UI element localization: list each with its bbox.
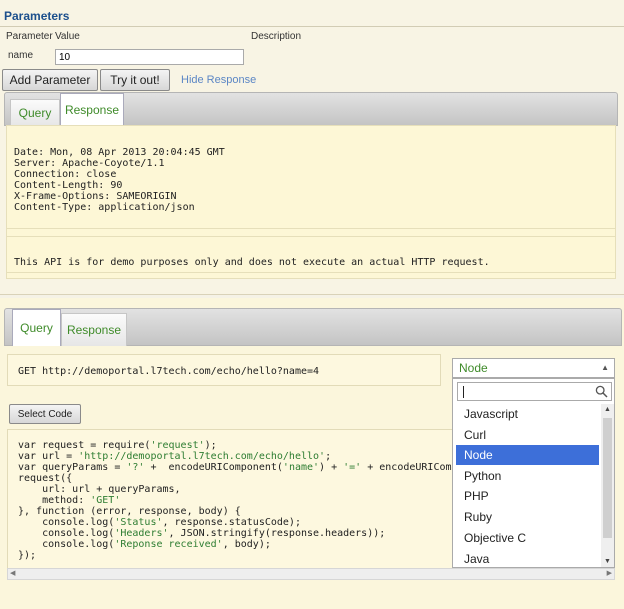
code-line: var request = require('request'); bbox=[18, 440, 217, 451]
scroll-right-icon[interactable]: ▶ bbox=[607, 569, 612, 577]
tab-response[interactable]: Response bbox=[61, 313, 127, 346]
divider bbox=[7, 236, 615, 237]
code-line: var queryParams = '?' + encodeURICompone… bbox=[18, 462, 524, 473]
code-line: console.log('Headers', JSON.stringify(re… bbox=[18, 528, 386, 539]
parameters-panel: Parameters Parameter Value Description n… bbox=[0, 0, 624, 295]
language-options: Javascript Curl Node Python PHP Ruby Obj… bbox=[453, 404, 600, 567]
column-header-parameter: Parameter bbox=[6, 31, 53, 42]
code-line: console.log('Status', response.statusCod… bbox=[18, 517, 301, 528]
language-select-value: Node bbox=[459, 361, 488, 375]
bottom-tab-bar: Query Response bbox=[4, 308, 622, 346]
code-line: }, function (error, response, body) { bbox=[18, 506, 241, 517]
dropdown-caret-icon: ▲ bbox=[601, 363, 609, 372]
try-it-out-button[interactable]: Try it out! bbox=[100, 69, 170, 91]
top-tab-bar: Query Response bbox=[4, 92, 618, 126]
response-header-line: Connection: close bbox=[14, 169, 117, 180]
request-url: GET http://demoportal.l7tech.com/echo/he… bbox=[18, 366, 320, 377]
tab-response[interactable]: Response bbox=[60, 93, 124, 126]
code-line: }); bbox=[18, 550, 37, 561]
column-header-description: Description bbox=[251, 31, 302, 42]
parameter-name-label: name bbox=[8, 50, 34, 61]
response-headers: Date: Mon, 08 Apr 2013 20:04:45 GMT Serv… bbox=[7, 136, 615, 229]
add-parameter-button[interactable]: Add Parameter bbox=[2, 69, 98, 91]
code-line: console.log('Reponse received', body); bbox=[18, 539, 271, 550]
vertical-scrollbar[interactable]: ▲ ▼ bbox=[601, 404, 614, 567]
response-header-line: Content-Type: application/json bbox=[14, 202, 195, 213]
code-line: var url = 'http://demoportal.l7tech.com/… bbox=[18, 451, 332, 462]
response-header-line: X-Frame-Options: SAMEORIGIN bbox=[14, 191, 177, 202]
scrollbar-thumb[interactable] bbox=[603, 418, 612, 538]
language-option[interactable]: Python bbox=[456, 466, 599, 486]
language-search-input[interactable] bbox=[457, 382, 612, 401]
search-icon bbox=[595, 385, 608, 398]
hide-response-link[interactable]: Hide Response bbox=[181, 74, 256, 86]
tab-query[interactable]: Query bbox=[10, 99, 60, 126]
language-select[interactable]: Node ▲ bbox=[452, 358, 615, 378]
code-line: method: 'GET' bbox=[18, 495, 121, 506]
select-code-button[interactable]: Select Code bbox=[9, 404, 81, 424]
scroll-left-icon[interactable]: ◀ bbox=[10, 569, 15, 577]
column-header-value: Value bbox=[55, 31, 80, 42]
horizontal-scrollbar[interactable]: ◀ ▶ bbox=[7, 568, 615, 580]
parameter-name-input[interactable] bbox=[55, 49, 244, 65]
language-dropdown: Javascript Curl Node Python PHP Ruby Obj… bbox=[452, 378, 615, 568]
response-header-line: Server: Apache-Coyote/1.1 bbox=[14, 158, 165, 169]
response-content: Date: Mon, 08 Apr 2013 20:04:45 GMT Serv… bbox=[6, 125, 616, 279]
language-option[interactable]: Curl bbox=[456, 425, 599, 445]
language-option[interactable]: Ruby bbox=[456, 507, 599, 527]
parameters-title: Parameters bbox=[4, 9, 70, 23]
language-option-selected[interactable]: Node bbox=[456, 445, 599, 465]
divider bbox=[0, 26, 624, 27]
language-option[interactable]: Objective C bbox=[456, 528, 599, 548]
text-cursor bbox=[463, 386, 464, 398]
tab-query[interactable]: Query bbox=[12, 309, 61, 346]
code-line: request({ bbox=[18, 473, 73, 484]
divider bbox=[7, 272, 615, 273]
response-header-line: Content-Length: 90 bbox=[14, 180, 123, 191]
language-option[interactable]: PHP bbox=[456, 486, 599, 506]
scroll-down-icon[interactable]: ▼ bbox=[604, 558, 611, 565]
scroll-up-icon[interactable]: ▲ bbox=[604, 406, 611, 413]
language-option[interactable]: Java bbox=[456, 549, 599, 567]
demo-message: This API is for demo purposes only and d… bbox=[14, 257, 490, 268]
response-header-line: Date: Mon, 08 Apr 2013 20:04:45 GMT bbox=[14, 147, 225, 158]
code-line: url: url + queryParams, bbox=[18, 484, 181, 495]
request-url-box: GET http://demoportal.l7tech.com/echo/he… bbox=[7, 354, 441, 386]
code-sample-panel: Query Response GET http://demoportal.l7t… bbox=[0, 298, 624, 609]
language-option[interactable]: Javascript bbox=[456, 404, 599, 424]
